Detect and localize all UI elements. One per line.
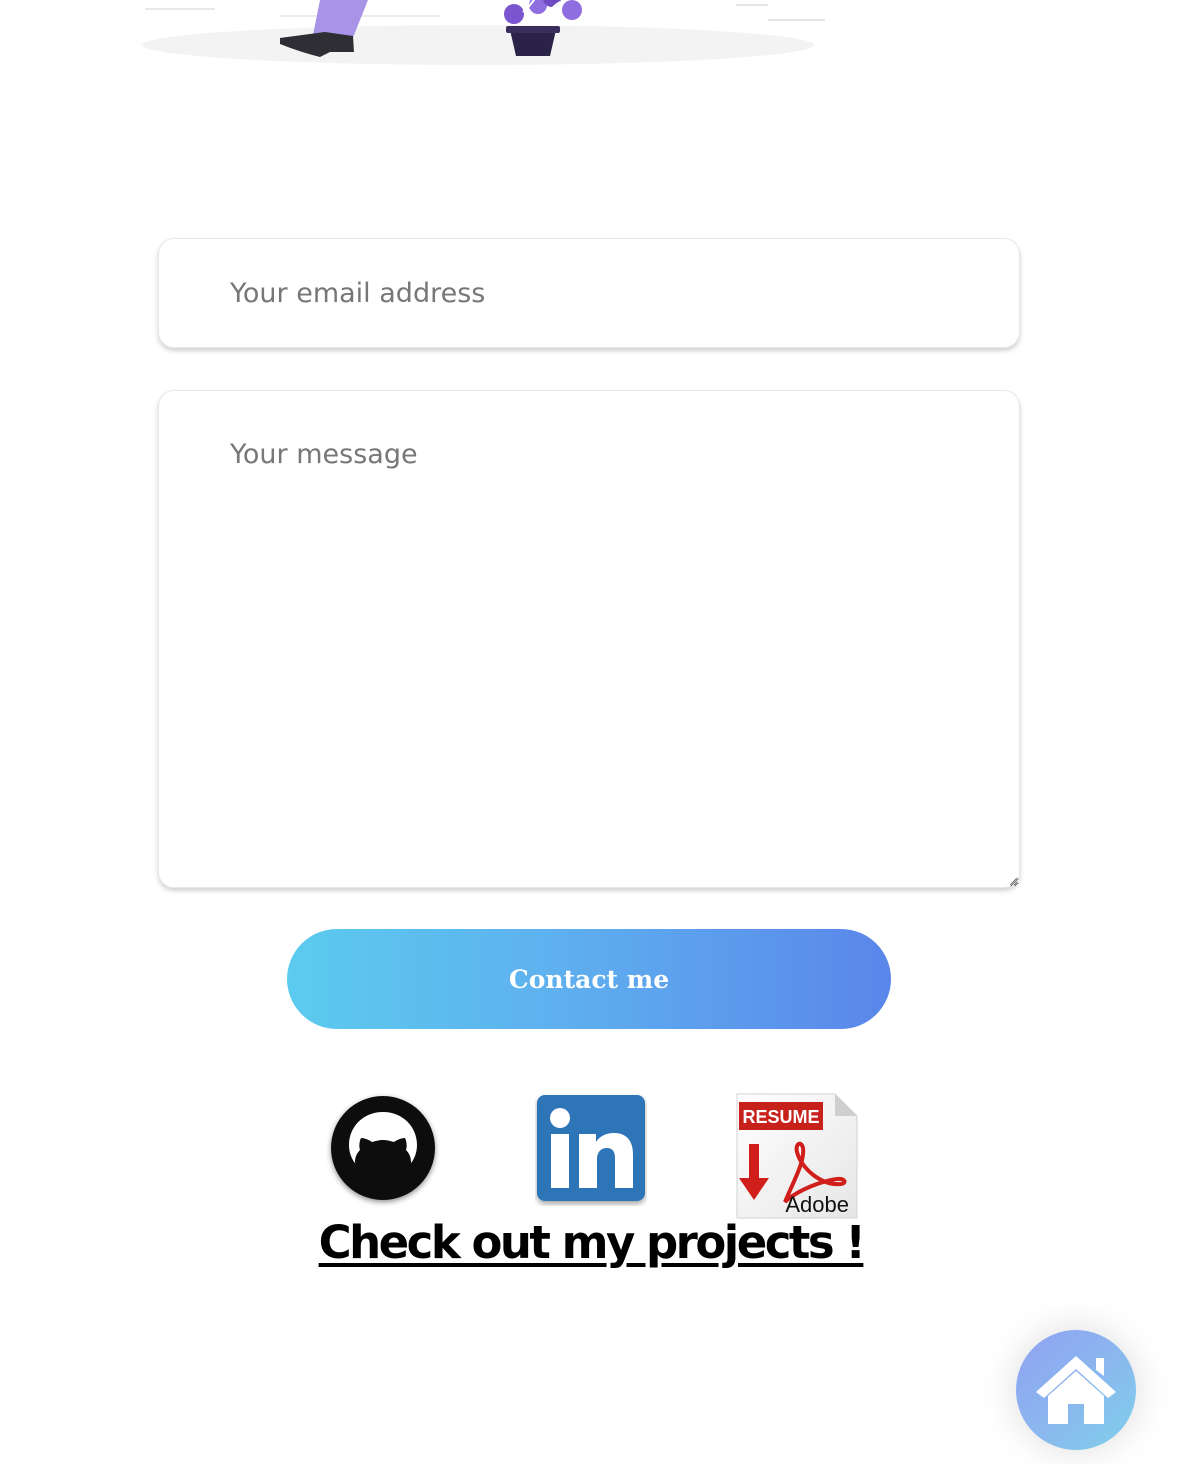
home-icon [1036, 1356, 1116, 1424]
github-icon [331, 1096, 435, 1200]
projects-link[interactable]: Check out my projects ! [0, 1216, 1182, 1269]
adobe-brand-text: Adobe [785, 1192, 849, 1217]
email-input[interactable] [158, 238, 1020, 348]
resize-grip-icon[interactable] [1008, 876, 1018, 886]
github-link[interactable] [326, 1092, 442, 1208]
resume-pdf-icon: RESUME Adobe [736, 1093, 858, 1219]
linkedin-icon [537, 1095, 645, 1201]
message-textarea[interactable] [158, 390, 1020, 888]
contact-me-button[interactable]: Contact me [287, 929, 891, 1029]
linkedin-link[interactable] [535, 1094, 647, 1206]
person-with-plant-illustration [142, 0, 825, 65]
contact-page: Contact me [0, 0, 1182, 1464]
home-button[interactable] [1016, 1330, 1136, 1450]
resume-badge-text: RESUME [742, 1107, 819, 1127]
resume-download-link[interactable]: RESUME Adobe [735, 1092, 859, 1220]
